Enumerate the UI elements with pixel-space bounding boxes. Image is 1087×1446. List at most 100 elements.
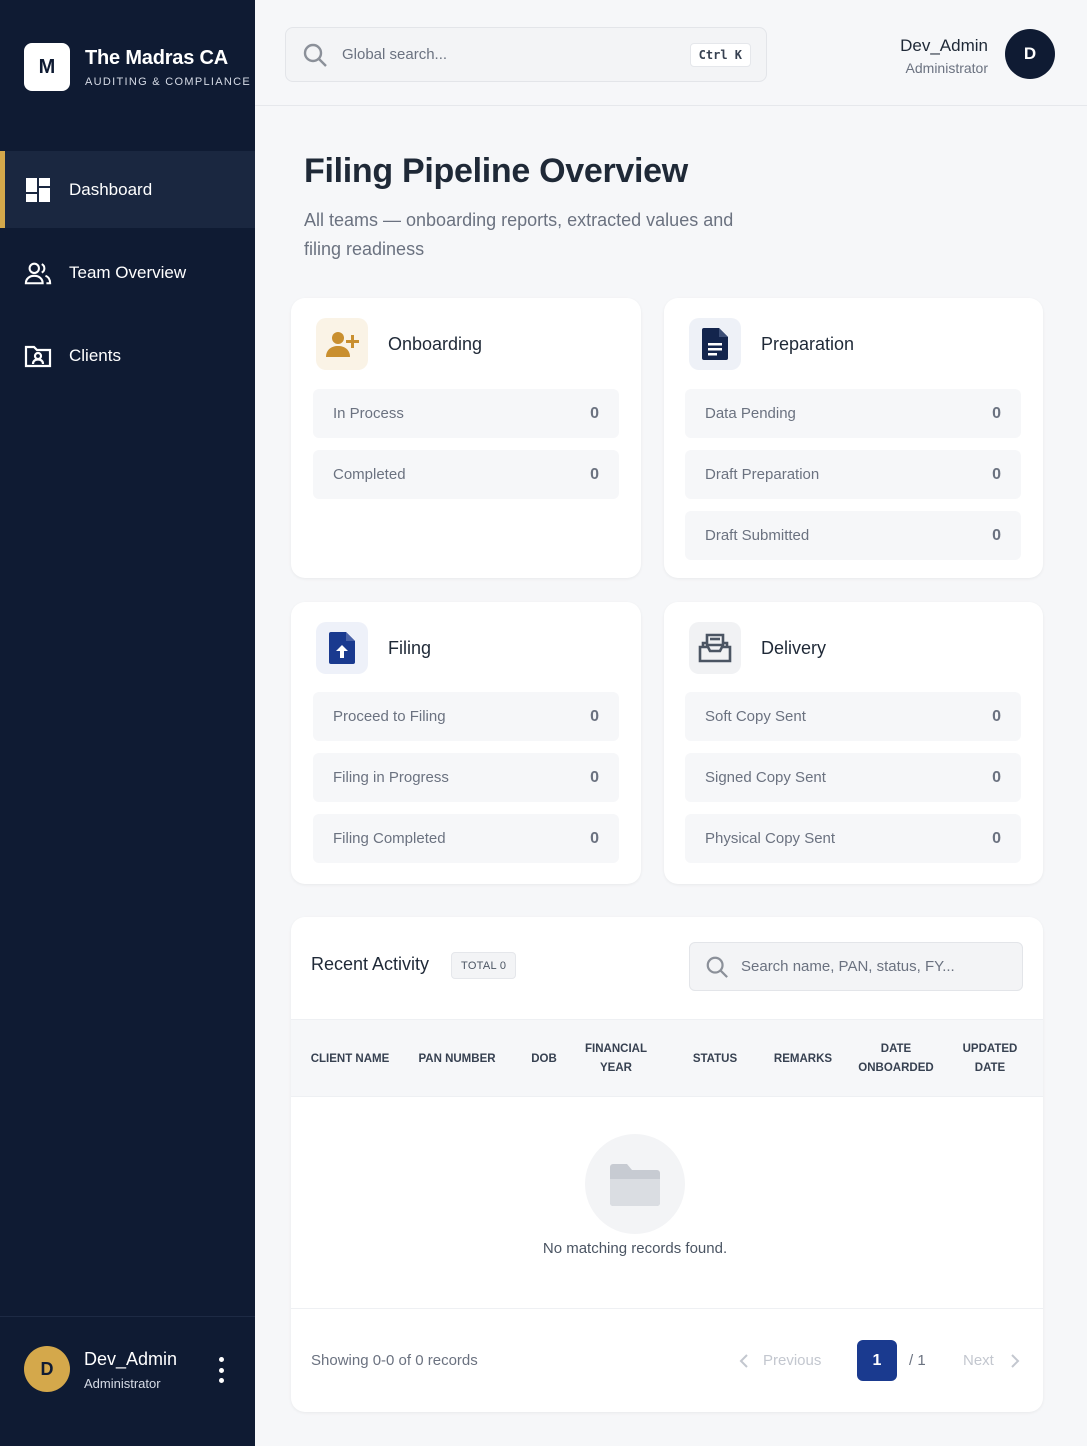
sidebar-user: D Dev_Admin Administrator xyxy=(0,1316,255,1446)
column-header[interactable]: UPDATED DATE xyxy=(955,1020,1025,1098)
stat-soft-copy-sent[interactable]: Soft Copy Sent 0 xyxy=(685,692,1021,741)
sidebar-user-name: Dev_Admin xyxy=(84,1349,178,1369)
sidebar-item-dashboard[interactable]: Dashboard xyxy=(0,151,255,228)
avatar[interactable]: D xyxy=(24,1346,70,1392)
stat-data-pending[interactable]: Data Pending 0 xyxy=(685,389,1021,438)
users-icon xyxy=(24,259,52,287)
pagination-bar: Showing 0-0 of 0 records Previous 1 / 1 … xyxy=(291,1308,1043,1412)
stat-label: Proceed to Filing xyxy=(333,708,446,725)
stat-in-process[interactable]: In Process 0 xyxy=(313,389,619,438)
section-title: Recent Activity xyxy=(311,954,430,974)
sidebar-item-label: Team Overview xyxy=(69,262,187,282)
column-header[interactable]: CLIENT NAME xyxy=(305,1020,395,1098)
search-icon xyxy=(706,956,728,978)
column-header[interactable]: REMARKS xyxy=(769,1020,837,1098)
sidebar-item-team-overview[interactable]: Team Overview xyxy=(0,234,255,311)
stat-label: Completed xyxy=(333,466,406,483)
page-button-current[interactable]: 1 xyxy=(857,1340,897,1381)
shortcut-hint: Ctrl K xyxy=(689,43,751,67)
filing-card: Filing Proceed to Filing 0 Filing in Pro… xyxy=(291,602,641,884)
next-label: Next xyxy=(963,1352,994,1369)
page-title: Filing Pipeline Overview xyxy=(304,152,688,190)
brand-tagline: AUDITING & COMPLIANCE xyxy=(85,75,252,88)
top-user-name: Dev_Admin xyxy=(900,36,988,55)
sidebar-nav: Dashboard Team Overview Clients xyxy=(0,151,255,394)
column-header[interactable]: PAN NUMBER xyxy=(411,1020,503,1098)
topbar: Global search... Ctrl K Dev_Admin Admini… xyxy=(255,0,1087,106)
search-placeholder: Global search... xyxy=(342,46,448,63)
stat-label: Data Pending xyxy=(705,405,796,422)
stat-label: Filing in Progress xyxy=(333,769,449,786)
stat-draft-preparation[interactable]: Draft Preparation 0 xyxy=(685,450,1021,499)
stat-physical-copy-sent[interactable]: Physical Copy Sent 0 xyxy=(685,814,1021,863)
previous-label: Previous xyxy=(763,1352,822,1369)
user-plus-icon xyxy=(316,318,368,370)
next-button[interactable]: Next xyxy=(963,1352,1022,1369)
stat-proceed-to-filing[interactable]: Proceed to Filing 0 xyxy=(313,692,619,741)
previous-button[interactable]: Previous xyxy=(737,1352,821,1369)
empty-state-message: No matching records found. xyxy=(542,1240,728,1257)
column-header[interactable]: STATUS xyxy=(685,1020,745,1098)
stat-value: 0 xyxy=(590,829,599,847)
stat-label: Filing Completed xyxy=(333,830,446,847)
sidebar: M The Madras CA AUDITING & COMPLIANCE Da… xyxy=(0,0,255,1446)
column-header[interactable]: FINANCIAL YEAR xyxy=(579,1020,653,1098)
card-title: Preparation xyxy=(761,333,855,354)
records-count: Showing 0-0 of 0 records xyxy=(311,1352,478,1369)
brand[interactable]: M The Madras CA AUDITING & COMPLIANCE xyxy=(24,43,251,91)
stat-label: Signed Copy Sent xyxy=(705,769,826,786)
stat-value: 0 xyxy=(992,526,1001,544)
onboarding-card: Onboarding In Process 0 Completed 0 xyxy=(291,298,641,578)
page-subtitle: All teams — onboarding reports, extracte… xyxy=(304,210,734,259)
stat-value: 0 xyxy=(590,404,599,422)
global-search-input[interactable]: Global search... Ctrl K xyxy=(285,27,767,82)
stat-signed-copy-sent[interactable]: Signed Copy Sent 0 xyxy=(685,753,1021,802)
column-header[interactable]: DATE ONBOARDED xyxy=(853,1020,939,1098)
recent-activity-panel: Recent Activity TOTAL 0 Search name, PAN… xyxy=(291,917,1043,1412)
stat-label: Draft Preparation xyxy=(705,466,820,483)
delivery-card: Delivery Soft Copy Sent 0 Signed Copy Se… xyxy=(664,602,1043,884)
stat-value: 0 xyxy=(992,768,1001,786)
avatar[interactable]: D xyxy=(1005,29,1055,79)
activity-search-input[interactable]: Search name, PAN, status, FY... xyxy=(689,942,1023,991)
sidebar-item-clients[interactable]: Clients xyxy=(0,317,255,394)
stat-value: 0 xyxy=(590,465,599,483)
stat-value: 0 xyxy=(992,829,1001,847)
stat-filing-in-progress[interactable]: Filing in Progress 0 xyxy=(313,753,619,802)
stat-draft-submitted[interactable]: Draft Submitted 0 xyxy=(685,511,1021,560)
search-placeholder: Search name, PAN, status, FY... xyxy=(741,958,955,975)
stat-filing-completed[interactable]: Filing Completed 0 xyxy=(313,814,619,863)
page-total: / 1 xyxy=(909,1352,926,1369)
sidebar-item-label: Dashboard xyxy=(69,179,153,199)
stat-value: 0 xyxy=(992,404,1001,422)
card-title: Onboarding xyxy=(388,333,483,354)
total-badge: TOTAL 0 xyxy=(451,952,517,979)
stat-label: Soft Copy Sent xyxy=(705,708,806,725)
stat-label: Draft Submitted xyxy=(705,527,810,544)
chevron-right-icon xyxy=(1011,1353,1020,1368)
brand-name: The Madras CA xyxy=(85,46,228,69)
sidebar-user-role: Administrator xyxy=(84,1376,161,1391)
folder-user-icon xyxy=(24,342,52,370)
preparation-card: Preparation Data Pending 0 Draft Prepara… xyxy=(664,298,1043,578)
stat-label: Physical Copy Sent xyxy=(705,830,836,847)
column-header[interactable]: DOB xyxy=(521,1020,567,1098)
table-header: CLIENT NAME PAN NUMBER DOB FINANCIAL YEA… xyxy=(291,1019,1043,1097)
card-title: Delivery xyxy=(761,637,827,658)
search-icon xyxy=(303,43,327,67)
file-upload-icon xyxy=(316,622,368,674)
stat-label: In Process xyxy=(333,405,404,422)
stat-value: 0 xyxy=(590,707,599,725)
chevron-left-icon xyxy=(739,1353,748,1368)
stat-value: 0 xyxy=(992,707,1001,725)
more-vertical-icon[interactable] xyxy=(214,1357,228,1383)
top-user[interactable]: Dev_Admin Administrator xyxy=(900,36,988,76)
document-icon xyxy=(689,318,741,370)
stat-value: 0 xyxy=(590,768,599,786)
top-user-role: Administrator xyxy=(905,60,988,76)
dashboard-icon xyxy=(24,176,52,204)
stat-value: 0 xyxy=(992,465,1001,483)
sidebar-item-label: Clients xyxy=(69,345,121,365)
folder-icon xyxy=(585,1134,685,1234)
stat-completed[interactable]: Completed 0 xyxy=(313,450,619,499)
